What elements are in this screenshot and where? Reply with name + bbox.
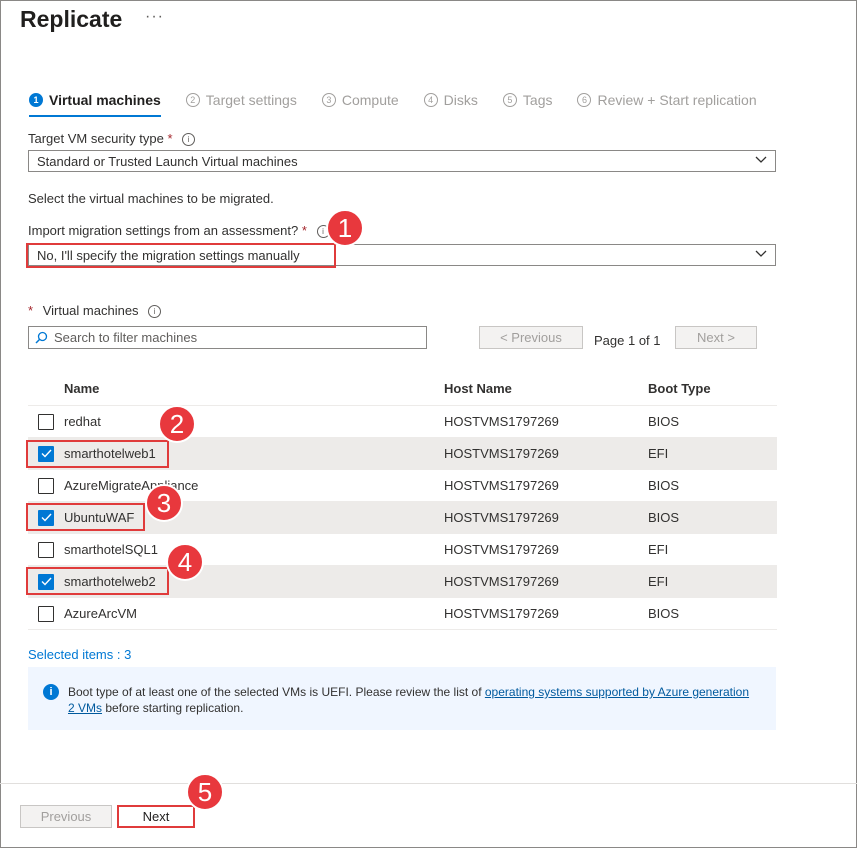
row-checkbox-cell	[28, 605, 64, 622]
vm-host: HOSTVMS1797269	[444, 510, 559, 525]
next-page-button[interactable]: Next >	[675, 326, 757, 349]
row-checkbox-cell	[28, 477, 64, 494]
required-marker: *	[167, 131, 173, 146]
step-label: Compute	[341, 92, 399, 108]
previous-page-button[interactable]: < Previous	[479, 326, 583, 349]
tab-review-start-replication[interactable]: 6 Review + Start replication	[577, 89, 757, 111]
tab-compute[interactable]: 3 Compute	[321, 89, 399, 111]
chevron-down-icon	[755, 250, 767, 257]
highlight-import-dropdown	[26, 243, 336, 268]
vm-boot-type: EFI	[648, 542, 669, 557]
info-circle-icon: i	[43, 684, 59, 700]
vm-host: HOSTVMS1797269	[444, 606, 559, 621]
vm-boot-type: BIOS	[648, 606, 680, 621]
step-number: 1	[29, 93, 43, 107]
highlight-smarthotelweb2	[26, 567, 169, 595]
vm-boot-type: BIOS	[648, 414, 680, 429]
uefi-notice: i Boot type of at least one of the selec…	[28, 667, 776, 730]
step-label: Target settings	[205, 92, 297, 108]
page-title: Replicate	[20, 6, 123, 32]
vm-host: HOSTVMS1797269	[444, 574, 559, 589]
highlight-smarthotelweb1	[26, 440, 169, 468]
vm-host: HOSTVMS1797269	[444, 414, 559, 429]
more-options-icon[interactable]: ···	[145, 8, 164, 26]
required-marker: *	[28, 303, 34, 318]
callout-badge: 1	[326, 209, 364, 247]
vm-name: AzureMigrateAppliance	[64, 478, 199, 493]
tab-virtual-machines[interactable]: 1 Virtual machines	[29, 89, 161, 117]
vm-host: HOSTVMS1797269	[444, 542, 559, 557]
selected-count: Selected items : 3	[28, 647, 132, 662]
required-marker: *	[301, 223, 307, 238]
previous-button[interactable]: Previous	[20, 805, 112, 828]
table-row[interactable]: AzureArcVM HOSTVMS1797269 BIOS	[28, 598, 777, 630]
footer-divider	[0, 783, 857, 784]
tab-target-settings[interactable]: 2 Target settings	[185, 89, 297, 111]
table-row[interactable]: smarthotelSQL1 HOSTVMS1797269 EFI	[28, 534, 777, 566]
search-placeholder: Search to filter machines	[54, 330, 198, 345]
security-type-value: Standard or Trusted Launch Virtual machi…	[37, 153, 298, 169]
vm-boot-type: BIOS	[648, 510, 680, 525]
step-number: 2	[185, 93, 200, 107]
import-settings-label: Import migration settings from an assess…	[28, 223, 330, 238]
table-row[interactable]: AzureMigrateAppliance HOSTVMS1797269 BIOS	[28, 470, 777, 502]
info-icon[interactable]: i	[148, 305, 162, 318]
virtual-machines-label: * Virtual machines i	[28, 303, 162, 318]
next-button[interactable]: Next	[117, 805, 195, 828]
vm-boot-type: BIOS	[648, 478, 680, 493]
security-type-dropdown[interactable]: Standard or Trusted Launch Virtual machi…	[28, 150, 776, 172]
highlight-ubuntuwaf	[26, 503, 145, 531]
row-checkbox[interactable]	[38, 413, 54, 430]
step-number: 4	[423, 93, 438, 107]
step-label: Disks	[443, 92, 478, 108]
select-vms-text: Select the virtual machines to be migrat…	[28, 191, 274, 206]
wizard-steps: 1 Virtual machines 2 Target settings 3 C…	[29, 89, 782, 117]
row-checkbox[interactable]	[38, 477, 54, 494]
step-label: Review + Start replication	[597, 92, 757, 108]
vm-name: smarthotelSQL1	[64, 542, 158, 557]
step-number: 6	[577, 93, 592, 107]
vm-host: HOSTVMS1797269	[444, 478, 559, 493]
tab-tags[interactable]: 5 Tags	[502, 89, 553, 111]
search-input[interactable]: Search to filter machines	[28, 326, 427, 349]
vm-name: redhat	[64, 414, 101, 429]
chevron-down-icon	[755, 156, 767, 163]
column-header-boot[interactable]: Boot Type	[648, 381, 776, 396]
callout-badge: 3	[145, 484, 183, 522]
column-header-host[interactable]: Host Name	[444, 381, 648, 396]
step-label: Tags	[522, 92, 553, 108]
row-checkbox[interactable]	[38, 541, 54, 558]
row-checkbox-cell	[28, 541, 64, 558]
row-checkbox[interactable]	[38, 605, 54, 622]
search-icon	[35, 331, 48, 344]
row-checkbox-cell	[28, 413, 64, 430]
callout-badge: 2	[158, 405, 196, 443]
table-row[interactable]: redhat HOSTVMS1797269 BIOS	[28, 406, 777, 438]
info-icon[interactable]: i	[182, 133, 196, 146]
step-number: 5	[502, 93, 517, 107]
vm-boot-type: EFI	[648, 574, 669, 589]
table-header: Name Host Name Boot Type	[28, 372, 777, 406]
vm-host: HOSTVMS1797269	[444, 446, 559, 461]
callout-badge: 5	[186, 773, 224, 811]
step-label: Virtual machines	[49, 92, 161, 108]
step-number: 3	[321, 93, 336, 107]
vm-boot-type: EFI	[648, 446, 669, 461]
page-indicator: Page 1 of 1	[594, 333, 661, 348]
tab-disks[interactable]: 4 Disks	[423, 89, 478, 111]
callout-badge: 4	[166, 543, 204, 581]
security-type-label: Target VM security type * i	[28, 131, 196, 146]
column-header-name[interactable]: Name	[64, 381, 444, 396]
vm-name: AzureArcVM	[64, 606, 137, 621]
